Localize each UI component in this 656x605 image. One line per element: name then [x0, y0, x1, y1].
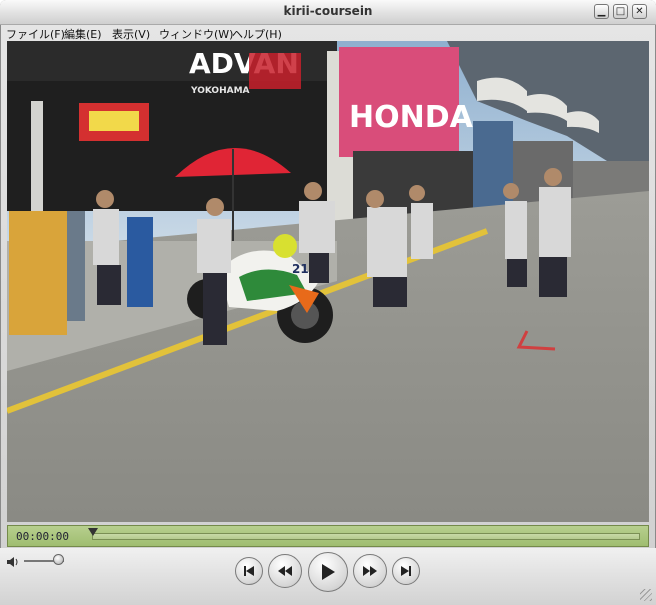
skip-back-button[interactable] [235, 557, 263, 585]
fast-forward-button[interactable] [353, 554, 387, 588]
menu-help[interactable]: ヘルプ(H) [232, 26, 282, 42]
rewind-icon [278, 566, 292, 576]
fast-forward-icon [363, 566, 377, 576]
scrub-track[interactable] [92, 533, 640, 540]
minimize-button[interactable]: ▁ [594, 4, 609, 19]
volume-slider-knob[interactable] [53, 554, 64, 565]
menu-edit[interactable]: 編集(E) [64, 26, 102, 42]
maximize-button[interactable]: □ [613, 4, 628, 19]
window-title: kirii-coursein [283, 4, 373, 18]
bike-number: 21 [292, 262, 309, 276]
play-icon [322, 564, 335, 580]
timecode-display: 00:00:00 [16, 530, 69, 543]
player-window: kirii-coursein ▁ □ ✕ ファイル(F) 編集(E) 表示(V)… [0, 0, 656, 605]
menu-window[interactable]: ウィンドウ(W) [159, 26, 233, 42]
timeline-bar: 00:00:00 [7, 525, 649, 547]
menu-file[interactable]: ファイル(F) [6, 26, 65, 42]
resize-grip[interactable] [640, 589, 652, 601]
skip-forward-icon [401, 566, 411, 576]
playhead-marker[interactable] [88, 528, 98, 536]
menu-bar: ファイル(F) 編集(E) 表示(V) ウィンドウ(W) ヘルプ(H) [0, 24, 656, 42]
yokohama-sign-text: YOKOHAMA [190, 86, 250, 96]
video-frame[interactable]: ADVAN YOKOHAMA HONDA 21 [7, 41, 649, 522]
play-button[interactable] [308, 552, 348, 592]
title-bar[interactable]: kirii-coursein ▁ □ ✕ [0, 0, 656, 25]
close-button[interactable]: ✕ [632, 4, 647, 19]
menu-view[interactable]: 表示(V) [112, 26, 150, 42]
speaker-icon[interactable] [6, 556, 20, 571]
control-bar [0, 548, 656, 605]
skip-back-icon [244, 566, 254, 576]
skip-forward-button[interactable] [392, 557, 420, 585]
honda-sign-text: HONDA [349, 100, 474, 135]
rewind-button[interactable] [268, 554, 302, 588]
